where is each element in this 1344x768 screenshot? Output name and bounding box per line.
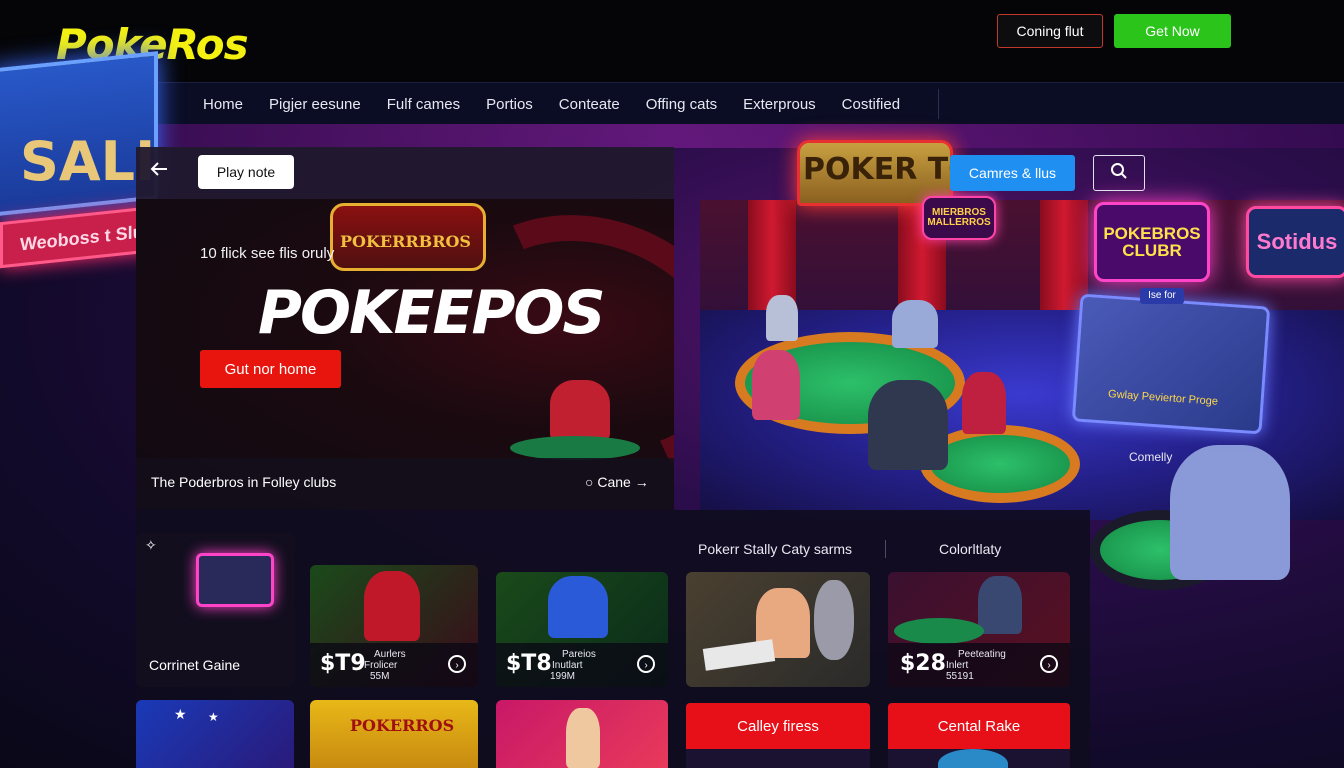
game-tile[interactable]: $T9 Aurlers Frolicer 55M › xyxy=(310,565,478,687)
character-art xyxy=(364,571,420,641)
play-note-button[interactable]: Play note xyxy=(198,155,294,189)
character-art xyxy=(548,576,608,638)
nav-items: Home Pigjer eesune Fulf cames Portios Co… xyxy=(190,83,913,125)
nav-item-exterprous[interactable]: Exterprous xyxy=(730,96,829,113)
section-label-left: Pokerr Stally Caty sarms xyxy=(698,541,853,557)
neon-slot-icon xyxy=(196,553,274,607)
nav-item-fulf[interactable]: Fulf cames xyxy=(374,96,473,113)
poker-to-text: POKER TO xyxy=(803,152,974,187)
tablet-screen xyxy=(1071,293,1271,435)
player-figure xyxy=(868,380,948,470)
main-nav: Home Pigjer eesune Fulf cames Portios Co… xyxy=(0,82,1344,125)
sale-sign-text: SALI xyxy=(20,130,156,193)
dealer-illustration xyxy=(510,380,640,460)
game-tile[interactable]: $28 Peeteating Inlert 55191 › xyxy=(888,572,1070,687)
promo-banner-label: Calley firess xyxy=(686,703,870,749)
nav-item-home[interactable]: Home xyxy=(190,96,256,113)
hero-cta-button[interactable]: Gut nor home xyxy=(200,350,341,388)
nav-item-conteate[interactable]: Conteate xyxy=(546,96,633,113)
red-pillar xyxy=(1040,200,1088,310)
ceiling-lights xyxy=(0,124,1344,148)
game-tile[interactable] xyxy=(496,700,668,768)
table-art xyxy=(894,618,984,644)
tile-sub-1: Aurlers xyxy=(374,649,406,660)
game-tile[interactable]: $T8 Pareios Inutlart 199M › xyxy=(496,572,668,687)
nav-divider xyxy=(938,89,939,119)
ghost-art xyxy=(814,580,854,660)
star-icon: ★ xyxy=(174,706,187,722)
tile-sub-2: Inutlart xyxy=(552,660,583,671)
game-tile[interactable]: POKERROS xyxy=(310,700,478,768)
character-art xyxy=(566,708,600,768)
tile-price: $T9 xyxy=(320,651,366,676)
hero-footer-text: The Poderbros in Folley clubs xyxy=(151,474,337,490)
promo-tile[interactable]: Cental Rake xyxy=(888,703,1070,768)
nav-item-pigjer[interactable]: Pigjer eesune xyxy=(256,96,374,113)
tile-crest-text: POKERROS xyxy=(350,716,455,735)
tile-price: $28 xyxy=(900,651,946,676)
game-tile[interactable]: ✧ Corrinet Gaine xyxy=(136,533,294,687)
hero-subtitle: 10 flick see flis oruly xyxy=(200,245,335,262)
hero-footer-link-label: Cane xyxy=(597,474,631,490)
tile-sub-3: 55M xyxy=(370,671,390,682)
nav-item-offing[interactable]: Offing cats xyxy=(633,96,730,113)
play-icon[interactable]: › xyxy=(637,655,655,673)
tile-sub-3: 199M xyxy=(550,671,576,682)
player-figure xyxy=(752,350,800,420)
play-icon[interactable]: › xyxy=(1040,655,1058,673)
player-figure xyxy=(962,372,1006,434)
arrow-right-icon: → xyxy=(634,474,649,490)
promo-banner-label: Cental Rake xyxy=(888,703,1070,749)
tile-sub-1: Pareios xyxy=(562,649,596,660)
sotidus-neon-sign: Sotidus xyxy=(1246,206,1344,278)
promo-art xyxy=(938,749,1008,768)
get-now-button[interactable]: Get Now xyxy=(1114,14,1231,48)
star-icon: ★ xyxy=(208,710,219,724)
circle-icon: ○ xyxy=(585,474,594,490)
tile-sub-2: Frolicer xyxy=(364,660,398,671)
game-tile[interactable]: ★ ★ xyxy=(136,700,294,768)
section-label-right: Colorltlaty xyxy=(939,541,1002,557)
search-button[interactable] xyxy=(1093,155,1145,191)
search-icon xyxy=(1110,162,1128,185)
game-tile-label: Corrinet Gaine xyxy=(149,657,241,673)
tile-price: $T8 xyxy=(506,651,552,676)
hero-crest-text: POKERRBROS xyxy=(340,232,471,251)
tile-sub-3: 55191 xyxy=(946,671,974,682)
sparkle-icon: ✧ xyxy=(145,537,157,553)
games-button[interactable]: Camres & llus xyxy=(950,155,1075,191)
tile-sub-1: Peeteating xyxy=(958,649,1006,660)
tablet-tag: Ise for xyxy=(1140,288,1184,304)
hero-title: POKEEPOS xyxy=(258,278,606,348)
nav-item-costified[interactable]: Costified xyxy=(829,96,913,113)
coming-button[interactable]: Coning flut xyxy=(997,14,1103,48)
top-header: PokeRos Coning flut Get Now xyxy=(0,0,1344,82)
player-figure xyxy=(766,295,798,341)
nav-item-portios[interactable]: Portios xyxy=(473,96,546,113)
arrow-left-icon[interactable] xyxy=(148,160,170,183)
tile-sub-2: Inlert xyxy=(946,660,969,671)
player-figure xyxy=(892,300,938,348)
play-icon[interactable]: › xyxy=(448,655,466,673)
club-neon-sign: POKEBROS CLUBR xyxy=(1094,202,1210,282)
hero-footer-link[interactable]: ○ Cane → xyxy=(585,474,649,490)
comelly-label: Comelly xyxy=(1129,450,1173,464)
promo-tile[interactable]: Calley firess xyxy=(686,703,870,768)
mini-neon-sign: MIERBROS MALLERROS xyxy=(922,196,996,240)
character-art xyxy=(978,576,1022,634)
section-divider xyxy=(885,540,886,558)
game-tile[interactable] xyxy=(686,572,870,687)
player-figure xyxy=(1170,445,1290,580)
cards-art xyxy=(702,639,776,671)
